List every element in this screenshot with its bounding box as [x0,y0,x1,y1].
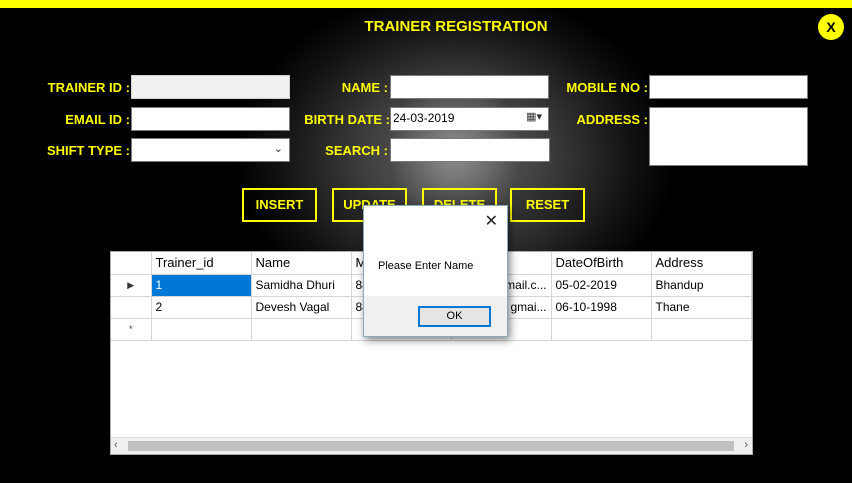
table-cell[interactable]: 1 [151,274,252,297]
insert-button[interactable]: INSERT [242,188,317,222]
table-cell[interactable]: Samidha Dhuri [251,274,352,297]
column-header[interactable]: Address [651,252,752,275]
scrollbar-thumb[interactable] [128,441,734,451]
table-cell[interactable]: Bhandup [651,274,752,297]
address-textarea[interactable] [649,107,808,166]
message-dialog: ✕ Please Enter Name OK [363,205,508,337]
column-header[interactable]: Trainer_id [151,252,252,275]
top-accent-bar [0,0,852,8]
table-cell[interactable]: 2 [151,296,252,319]
birth-date-picker[interactable]: 24-03-2019 ▦▾ [390,107,549,131]
shift-type-label: SHIFT TYPE : [46,143,130,158]
dialog-footer: OK [364,296,507,336]
search-label: SEARCH : [325,143,388,158]
ok-button[interactable]: OK [418,306,491,327]
row-indicator[interactable] [111,296,152,319]
table-cell[interactable] [251,318,352,341]
table-cell[interactable] [551,318,652,341]
dialog-close-icon[interactable]: ✕ [485,211,498,231]
shift-type-select[interactable]: ⌄ [131,138,290,162]
column-header[interactable]: Name [251,252,352,275]
name-field[interactable] [390,75,549,99]
scroll-right-icon[interactable]: › [744,439,748,451]
mobile-no-field[interactable] [649,75,808,99]
new-row-icon[interactable]: * [111,318,152,341]
reset-button[interactable]: RESET [510,188,585,222]
close-button[interactable]: X [818,14,844,40]
horizontal-scrollbar[interactable]: ‹ › [111,437,752,454]
table-cell[interactable]: Devesh Vagal [251,296,352,319]
chevron-down-icon[interactable]: ⌄ [274,142,283,155]
birth-date-value: 24-03-2019 [393,111,455,125]
email-id-field[interactable] [131,107,290,131]
table-cell[interactable] [151,318,252,341]
table-cell[interactable]: 05-02-2019 [551,274,652,297]
table-cell[interactable]: 06-10-1998 [551,296,652,319]
row-indicator-icon[interactable]: ▶ [111,274,152,297]
trainer-id-field[interactable] [131,75,290,99]
table-cell[interactable]: Thane [651,296,752,319]
row-header-corner [111,252,152,275]
mobile-no-label: MOBILE NO : [566,80,648,95]
address-label: ADDRESS : [576,112,648,127]
column-header[interactable]: DateOfBirth [551,252,652,275]
page-title: TRAINER REGISTRATION [364,18,548,35]
scroll-left-icon[interactable]: ‹ [114,439,118,451]
table-cell[interactable] [651,318,752,341]
birth-date-label: BIRTH DATE : [304,112,390,127]
email-id-label: EMAIL ID : [65,112,130,127]
calendar-icon[interactable]: ▦▾ [526,110,542,123]
dialog-message: Please Enter Name [378,260,474,272]
trainer-id-label: TRAINER ID : [47,80,130,95]
search-input[interactable] [390,138,550,162]
name-label: NAME : [341,80,388,95]
